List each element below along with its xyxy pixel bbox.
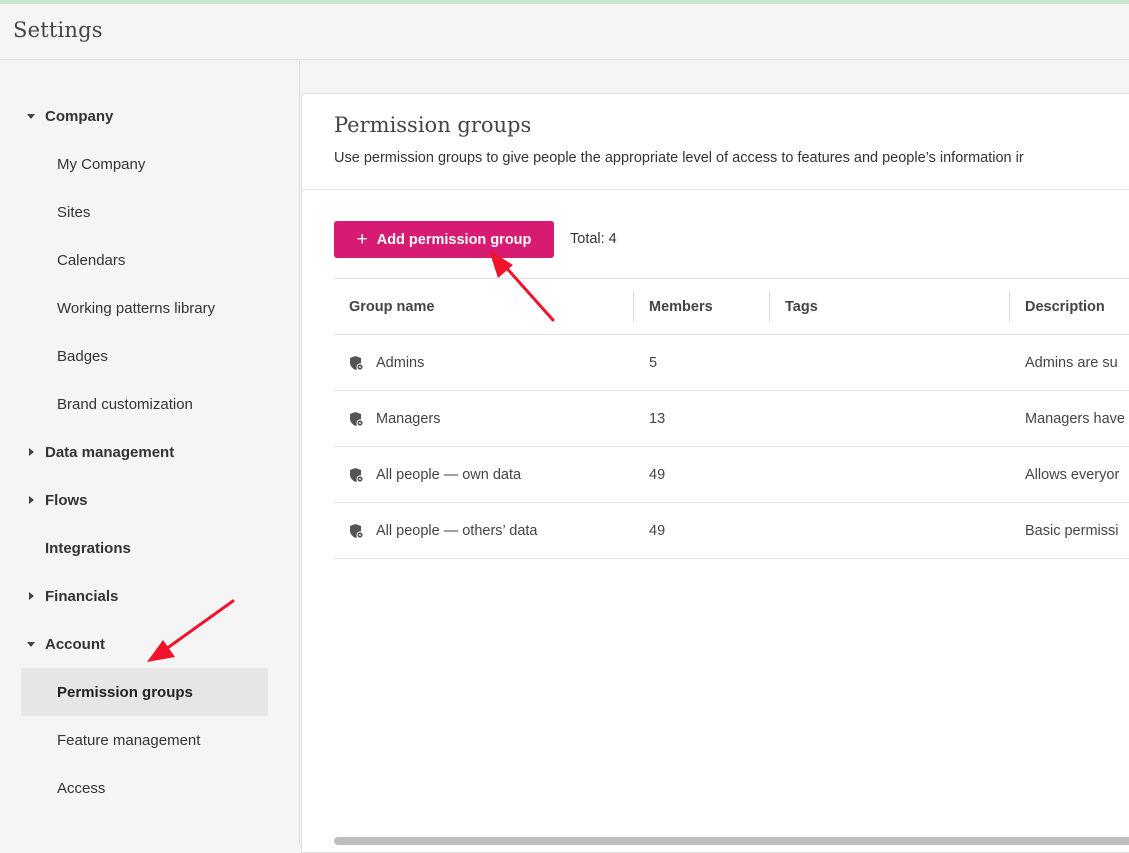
table-row[interactable]: Admins 5 Admins are su — [334, 335, 1129, 391]
group-name: All people — others’ data — [376, 522, 538, 539]
caret-right-icon — [29, 496, 34, 504]
column-resize-handle[interactable] — [633, 292, 634, 322]
column-resize-handle[interactable] — [1009, 292, 1010, 322]
description-cell: Basic permissi — [1025, 522, 1119, 539]
add-button-label: Add permission group — [376, 231, 532, 248]
sidebar-item-label: Brand customization — [57, 395, 193, 413]
permission-groups-panel: Permission groups Use permission groups … — [301, 93, 1129, 853]
sidebar-item-flows[interactable]: Flows — [21, 476, 268, 524]
sidebar-item-label: Sites — [57, 203, 91, 221]
column-header-group-name[interactable]: Group name — [349, 279, 434, 335]
sidebar-item-account[interactable]: Account — [21, 620, 268, 668]
group-name-cell[interactable]: All people — own data — [349, 447, 521, 502]
group-name-cell[interactable]: All people — others’ data — [349, 503, 537, 558]
sidebar-item-working-patterns-library[interactable]: Working patterns library — [21, 284, 268, 332]
horizontal-scrollbar[interactable] — [334, 837, 1129, 845]
sidebar-item-label: Calendars — [57, 251, 126, 269]
sidebar-item-label: Permission groups — [57, 683, 193, 701]
sidebar-item-data-management[interactable]: Data management — [21, 428, 268, 476]
sidebar-item-label: Flows — [45, 491, 88, 509]
sidebar-item-feature-management[interactable]: Feature management — [21, 716, 268, 764]
sidebar-item-access[interactable]: Access — [21, 764, 268, 812]
column-header-description[interactable]: Description — [1025, 279, 1105, 335]
sidebar-item-integrations[interactable]: Integrations — [21, 524, 268, 572]
sidebar-item-label: Financials — [45, 587, 119, 605]
panel-header: Permission groups Use permission groups … — [302, 94, 1129, 190]
settings-sidebar: Company My Company Sites Calendars Worki… — [0, 61, 300, 845]
members-cell: 5 — [649, 354, 658, 371]
members-cell: 49 — [649, 522, 666, 539]
sidebar-item-label: Integrations — [45, 539, 131, 557]
caret-right-icon — [29, 448, 34, 456]
sidebar-item-sites[interactable]: Sites — [21, 188, 268, 236]
group-name-cell[interactable]: Admins — [349, 335, 424, 390]
sidebar-item-my-company[interactable]: My Company — [21, 140, 268, 188]
sidebar-item-badges[interactable]: Badges — [21, 332, 268, 380]
section-description: Use permission groups to give people the… — [334, 150, 1024, 166]
table-row[interactable]: All people — others’ data 49 Basic permi… — [334, 503, 1129, 559]
caret-down-icon — [27, 642, 35, 647]
page-title: Settings — [13, 18, 103, 42]
app-header: Settings — [0, 4, 1129, 60]
members-cell: 13 — [649, 410, 666, 427]
group-name: Admins — [376, 354, 425, 371]
sidebar-item-label: Feature management — [57, 731, 201, 749]
sidebar-item-permission-groups[interactable]: Permission groups — [21, 668, 268, 716]
shield-lock-icon — [350, 411, 364, 427]
table-row[interactable]: All people — own data 49 Allows everyor — [334, 447, 1129, 503]
description-cell: Admins are su — [1025, 354, 1118, 371]
shield-lock-icon — [350, 467, 364, 483]
members-cell: 49 — [649, 466, 666, 483]
sidebar-item-label: Data management — [45, 443, 175, 461]
sidebar-item-brand-customization[interactable]: Brand customization — [21, 380, 268, 428]
sidebar-item-label: Account — [45, 635, 105, 653]
sidebar-item-calendars[interactable]: Calendars — [21, 236, 268, 284]
shield-lock-icon — [350, 355, 364, 371]
table-header: Group name Members Tags Description — [334, 278, 1129, 335]
sidebar-item-label: Access — [57, 779, 106, 797]
sidebar-item-label: My Company — [57, 155, 146, 173]
plus-icon: + — [356, 229, 368, 250]
section-title: Permission groups — [334, 113, 532, 137]
column-resize-handle[interactable] — [769, 292, 770, 322]
group-name: All people — own data — [376, 466, 522, 483]
permission-groups-table: Group name Members Tags Description Admi… — [334, 278, 1129, 559]
total-count: Total: 4 — [570, 231, 617, 247]
column-header-members[interactable]: Members — [649, 279, 713, 335]
group-name-cell[interactable]: Managers — [349, 391, 440, 446]
description-cell: Allows everyor — [1025, 466, 1120, 483]
sidebar-item-label: Working patterns library — [57, 299, 216, 317]
column-header-tags[interactable]: Tags — [785, 279, 818, 335]
description-cell: Managers have — [1025, 410, 1125, 427]
caret-down-icon — [27, 114, 35, 119]
sidebar-item-label: Badges — [57, 347, 108, 365]
shield-lock-icon — [350, 523, 364, 539]
sidebar-item-financials[interactable]: Financials — [21, 572, 268, 620]
sidebar-item-company[interactable]: Company — [21, 92, 268, 140]
table-row[interactable]: Managers 13 Managers have — [334, 391, 1129, 447]
caret-right-icon — [29, 592, 34, 600]
add-permission-group-button[interactable]: + Add permission group — [334, 221, 554, 258]
group-name: Managers — [376, 410, 441, 427]
sidebar-item-label: Company — [45, 107, 114, 125]
